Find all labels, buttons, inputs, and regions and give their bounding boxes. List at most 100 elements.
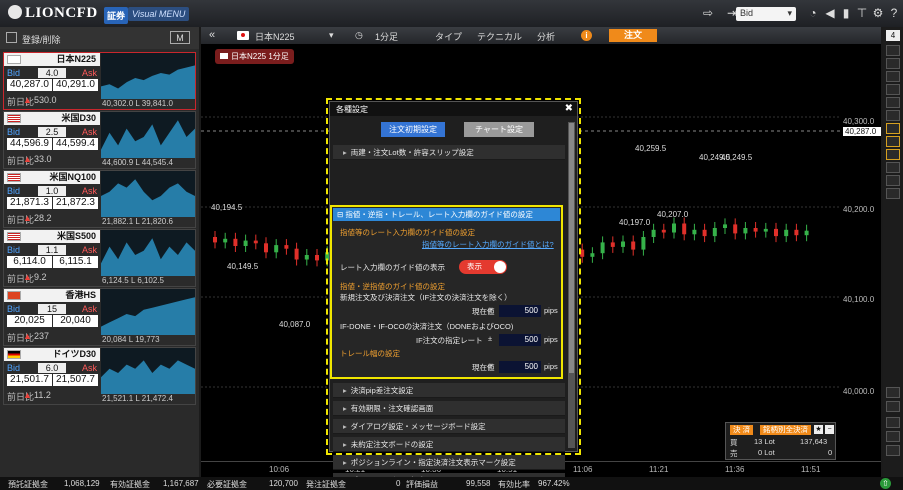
ask-price-button[interactable]: 20,040 xyxy=(53,315,98,327)
bid-price-button[interactable]: 20,025 xyxy=(7,315,52,327)
bars-icon[interactable]: ▮ xyxy=(838,7,854,20)
collapse-left-icon[interactable]: « xyxy=(209,29,215,41)
account-status-bar: 預託証拠金 1,068,129 有効証拠金 1,167,687 必要証拠金 12… xyxy=(0,477,903,490)
guide-help-link[interactable]: 指値等のレート入力欄のガイド値とは? xyxy=(422,239,554,250)
channel-icon[interactable] xyxy=(886,71,900,82)
low-value: L 19,773 xyxy=(128,335,160,344)
accordion-item[interactable]: 決済pip差注文設定 xyxy=(333,383,565,398)
if-rate-label: IF注文の指定レート xyxy=(416,336,483,345)
gear-icon[interactable]: ⚙ xyxy=(870,7,886,20)
settle-button[interactable]: 決 済 xyxy=(730,425,754,435)
prev-day-change: 33.0 xyxy=(34,154,52,164)
scroll-left-icon[interactable] xyxy=(886,417,900,428)
rate-card[interactable]: 米国NQ100 Bid 1.0 Ask 21,871.3 21,872.3 前日… xyxy=(3,170,196,228)
ask-price-button[interactable]: 44,599.4 xyxy=(53,138,98,150)
scrollbar-thumb[interactable] xyxy=(569,123,574,373)
pips-input-2[interactable]: 500 xyxy=(499,334,541,346)
sell-lot: 0 Lot xyxy=(758,448,775,457)
minimize-icon[interactable]: − xyxy=(825,425,834,434)
rate-card[interactable]: ドイツD30 Bid 6.0 Ask 21,501.7 21,507.7 前日比… xyxy=(3,347,196,405)
ruler-icon[interactable] xyxy=(886,162,900,173)
arrow-tool-icon[interactable] xyxy=(886,136,900,147)
interval-select[interactable]: 1分足 xyxy=(375,30,398,43)
pips-input-3[interactable]: 500 xyxy=(499,361,541,373)
list-icon[interactable] xyxy=(6,32,17,43)
settle-all-by-symbol-button[interactable]: 銘柄別全決済 xyxy=(760,425,811,435)
deposit-value: 1,068,129 xyxy=(64,479,100,488)
guide-display-toggle[interactable]: 表示 xyxy=(459,260,507,274)
rate-card[interactable]: 米国S500 Bid 1.1 Ask 6,114.0 6,115.1 前日比 ▲… xyxy=(3,229,196,287)
close-icon[interactable]: ✖ xyxy=(565,103,573,114)
fibonacci-icon[interactable] xyxy=(886,110,900,121)
y-tick-2: 40,200.0 xyxy=(843,205,875,214)
spread-value: 15 xyxy=(38,304,66,314)
bid-price-button[interactable]: 44,596.9 xyxy=(7,138,52,150)
bid-ask-select[interactable]: Bid ▾ xyxy=(736,7,796,21)
bid-price-button[interactable]: 21,871.3 xyxy=(7,197,52,209)
chart-symbol-select[interactable]: 日本N225 xyxy=(255,30,295,43)
mini-chart xyxy=(101,230,195,276)
prev-day-change: 28.2 xyxy=(34,213,52,223)
delete-tool-icon[interactable] xyxy=(886,149,900,160)
trendline-icon[interactable] xyxy=(886,58,900,69)
register-button[interactable]: 登録/削除 xyxy=(22,33,61,46)
guide-value-header[interactable]: ⊟ 指値・逆指・トレール、レート入力欄のガイド値の設定 xyxy=(333,208,560,221)
scroll-right-icon[interactable] xyxy=(886,431,900,442)
accordion-item[interactable]: ポジションライン・指定決済注文表示マーク設定 xyxy=(333,455,565,470)
settings-tool-icon[interactable] xyxy=(886,188,900,199)
jp-flag-icon xyxy=(237,31,249,40)
prev-day-change: 237 xyxy=(34,331,50,341)
info-icon[interactable]: i xyxy=(581,30,592,41)
spread-value: 1.1 xyxy=(38,245,66,255)
text-tool-icon[interactable] xyxy=(886,123,900,134)
tab-order-settings[interactable]: 注文初期設定 xyxy=(381,122,445,137)
accordion-hedge-lot[interactable]: 両建・注文Lot数・許容スリップ設定 xyxy=(333,145,565,160)
vline-icon[interactable] xyxy=(886,97,900,108)
help-icon[interactable]: ? xyxy=(886,7,902,20)
ask-price-button[interactable]: 21,507.7 xyxy=(53,374,98,386)
bid-price-button[interactable]: 6,114.0 xyxy=(7,256,52,268)
speaker-icon[interactable]: ◀ xyxy=(822,7,838,20)
bid-price-button[interactable]: 40,287.0 xyxy=(7,79,52,91)
zoom-out-icon[interactable] xyxy=(886,401,900,412)
chart-count-button[interactable]: 4 xyxy=(886,30,900,41)
chart-toolbar: « 日本N225 ▾ ◷ 1分足 タイプ テクニカル 分析 i 注文 xyxy=(201,27,881,44)
accordion-item[interactable]: 有効期限・注文確認画面 xyxy=(333,401,565,416)
technical-menu[interactable]: テクニカル xyxy=(477,30,522,43)
ask-price-button[interactable]: 40,291.0 xyxy=(53,79,98,91)
pie-chart-icon[interactable]: ◔ xyxy=(805,7,821,20)
dialog-scrollbar[interactable] xyxy=(568,122,575,448)
pin-icon[interactable]: ⊤ xyxy=(854,7,870,20)
rate-card[interactable]: 米国D30 Bid 2.5 Ask 44,596.9 44,599.4 前日比 … xyxy=(3,111,196,169)
accordion-item[interactable]: ダイアログ設定・メッセージボード設定 xyxy=(333,419,565,434)
y-tick-1: 40,300.0 xyxy=(843,117,875,126)
color-icon[interactable] xyxy=(886,175,900,186)
bid-price-button[interactable]: 21,501.7 xyxy=(7,374,52,386)
ask-price-button[interactable]: 21,872.3 xyxy=(53,197,98,209)
tab-chart-settings[interactable]: チャート設定 xyxy=(464,122,534,137)
rate-card[interactable]: 香港HS Bid 15 Ask 20,025 20,040 前日比 ▲ 237 … xyxy=(3,288,196,346)
rate-card[interactable]: 日本N225 Bid 4.0 Ask 40,287.0 40,291.0 前日比… xyxy=(3,52,196,110)
chevron-down-icon[interactable]: ▾ xyxy=(329,30,334,41)
cursor-icon[interactable] xyxy=(886,45,900,56)
analysis-menu[interactable]: 分析 xyxy=(537,30,555,43)
chart-type-menu[interactable]: タイプ xyxy=(435,30,462,43)
ask-price-button[interactable]: 6,115.1 xyxy=(53,256,98,268)
limit-guide-heading: 指値・逆指値のガイド値の設定 xyxy=(340,282,445,291)
star-icon[interactable]: ★ xyxy=(814,425,823,434)
pips-input-1[interactable]: 500 xyxy=(499,305,541,317)
zoom-in-icon[interactable] xyxy=(886,387,900,398)
hline-icon[interactable] xyxy=(886,84,900,95)
settings-list: 両建・注文Lot数・許容スリップ設定 ⊟ 指値・逆指・トレール、レート入力欄のガ… xyxy=(330,144,568,488)
scroll-up-icon[interactable]: ⇧ xyxy=(880,478,891,489)
high-value: 20,084 xyxy=(102,335,127,344)
order-button[interactable]: 注文 xyxy=(609,29,657,42)
accordion-item[interactable]: 未約定注文ボードの設定 xyxy=(333,437,565,452)
reset-icon[interactable] xyxy=(886,445,900,456)
export-icon[interactable]: ⇨ xyxy=(700,7,716,20)
settings-dialog: 各種設定 ✖ 注文初期設定 チャート設定 両建・注文Lot数・許容スリップ設定 … xyxy=(329,101,578,488)
mode-button[interactable]: M xyxy=(170,31,190,44)
time-tick: 11:06 xyxy=(573,465,593,474)
visual-menu-button[interactable]: Visual MENU xyxy=(128,7,190,21)
low-value: L 21,820.6 xyxy=(135,217,173,226)
